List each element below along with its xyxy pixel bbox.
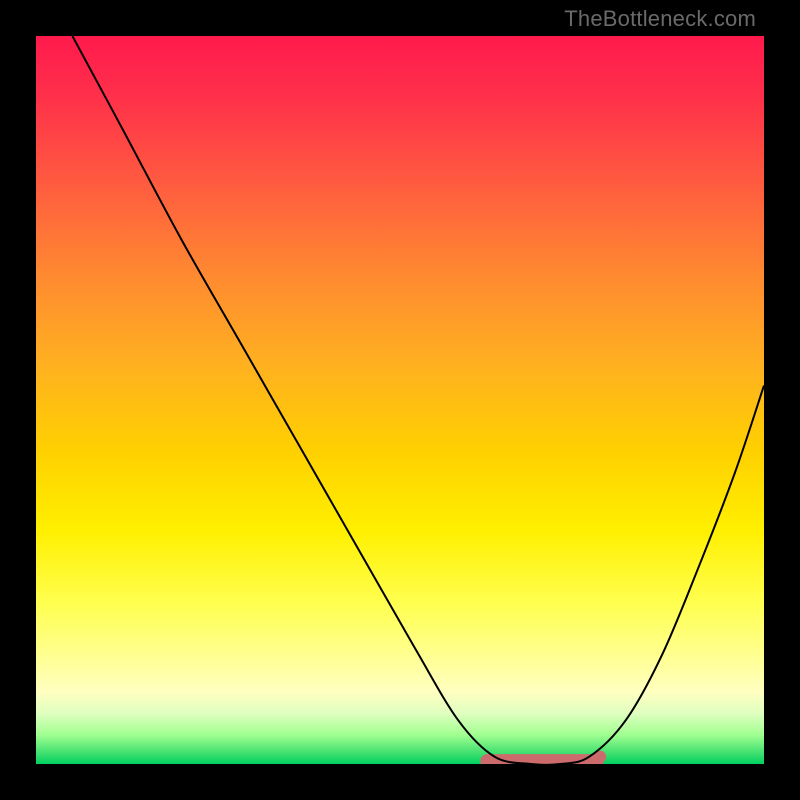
bottleneck-curve [72,36,764,764]
chart-frame [36,36,764,764]
plot-area [36,36,764,764]
watermark-text: TheBottleneck.com [564,6,756,32]
chart-svg [36,36,764,764]
